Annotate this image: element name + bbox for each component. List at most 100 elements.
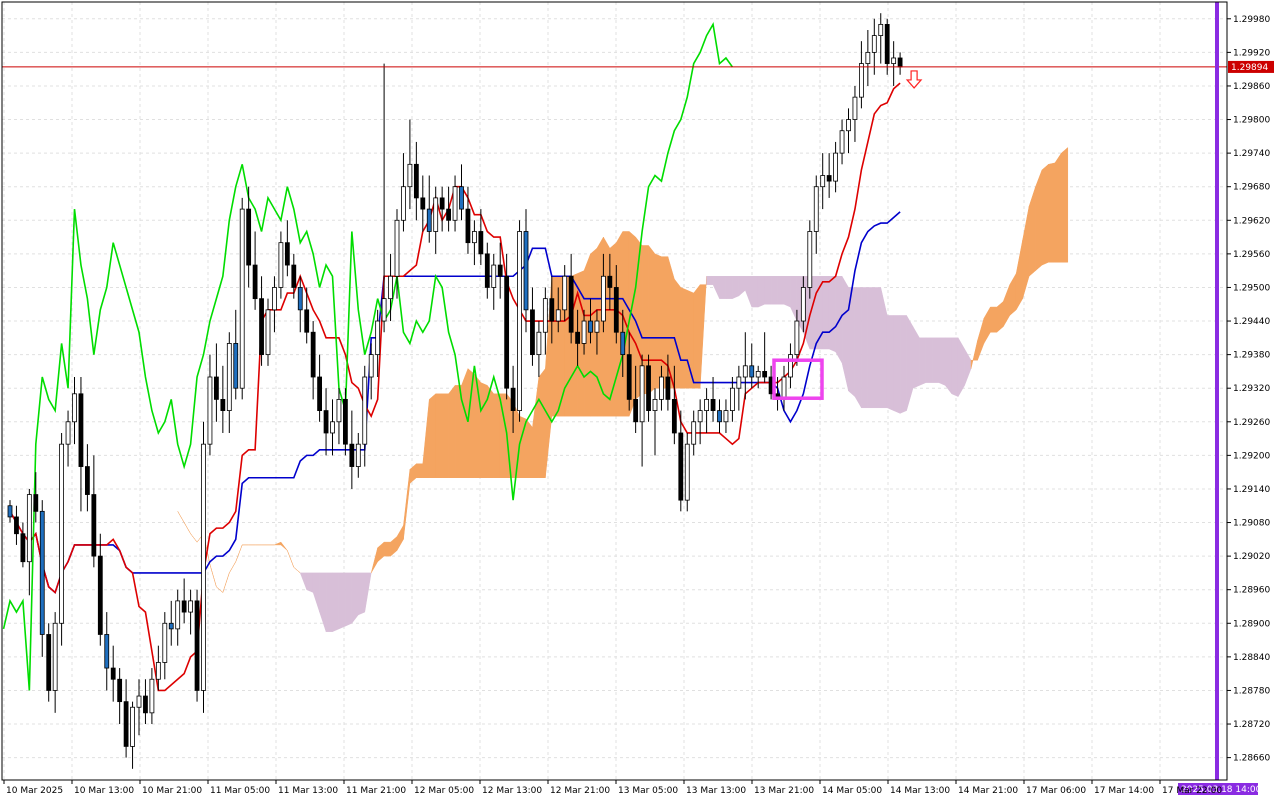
candle-body[interactable] — [665, 376, 671, 400]
candle-body[interactable] — [504, 275, 510, 389]
candle-body[interactable] — [375, 320, 381, 356]
candle-body[interactable] — [59, 443, 64, 624]
candle-body[interactable] — [355, 443, 361, 467]
candle-body[interactable] — [110, 667, 116, 680]
candle-body[interactable] — [78, 393, 84, 467]
candle-body[interactable] — [394, 219, 400, 277]
candle-body[interactable] — [568, 275, 574, 333]
candle-body[interactable] — [781, 376, 787, 400]
candle-body[interactable] — [317, 376, 323, 411]
candle-body[interactable] — [388, 275, 393, 300]
candle-body[interactable] — [272, 287, 277, 311]
candle-body[interactable] — [594, 320, 600, 333]
candle-body[interactable] — [865, 51, 871, 64]
candle-body[interactable] — [471, 231, 477, 244]
candle-body[interactable] — [91, 494, 97, 557]
candle-body[interactable] — [607, 275, 613, 288]
candle-body[interactable] — [278, 242, 284, 288]
candle-body[interactable] — [349, 443, 355, 467]
candle-body[interactable] — [833, 152, 838, 182]
candle-body[interactable] — [659, 376, 664, 400]
candle-body[interactable] — [549, 298, 555, 322]
candle-body[interactable] — [39, 510, 45, 635]
candle-body[interactable] — [201, 443, 206, 691]
candle-body[interactable] — [613, 287, 619, 333]
candle-body[interactable] — [304, 309, 310, 333]
candle-body[interactable] — [555, 309, 561, 322]
candle-body[interactable] — [646, 365, 651, 411]
candle-body[interactable] — [601, 275, 606, 322]
candle-body[interactable] — [820, 175, 826, 188]
candle-body[interactable] — [452, 186, 458, 221]
candle-body[interactable] — [478, 231, 484, 255]
candle-body[interactable] — [723, 410, 729, 423]
candle-body[interactable] — [310, 331, 316, 378]
candle-body[interactable] — [497, 264, 503, 277]
ichimoku-chart[interactable]: 1.29894 2025.03.18 14:00 1.29980 1.29920 1.… — [0, 0, 1280, 800]
candle-body[interactable] — [871, 35, 877, 53]
candle-body[interactable] — [788, 354, 793, 378]
candle-body[interactable] — [484, 253, 490, 288]
candle-body[interactable] — [652, 398, 658, 411]
candle-body[interactable] — [800, 287, 806, 322]
candle-body[interactable] — [330, 421, 335, 434]
candle-body[interactable] — [581, 320, 587, 344]
candle-body[interactable] — [639, 365, 645, 423]
candle-body[interactable] — [97, 555, 103, 635]
candle-body[interactable] — [762, 371, 768, 378]
candle-body[interactable] — [794, 320, 800, 356]
candle-body[interactable] — [439, 197, 445, 210]
candle-body[interactable] — [878, 23, 884, 36]
candle-body[interactable] — [465, 208, 471, 244]
candle-body[interactable] — [104, 634, 110, 669]
candle-body[interactable] — [72, 393, 77, 423]
candle-body[interactable] — [446, 208, 452, 221]
candle-body[interactable] — [162, 622, 168, 663]
candle-body[interactable] — [65, 421, 71, 445]
candle-body[interactable] — [697, 410, 703, 423]
candle-body[interactable] — [368, 354, 374, 378]
candle-body[interactable] — [575, 331, 580, 344]
candle-body[interactable] — [420, 197, 426, 210]
candle-body[interactable] — [149, 678, 155, 714]
candle-body[interactable] — [491, 264, 497, 288]
candle-body[interactable] — [52, 622, 58, 691]
candle-body[interactable] — [562, 275, 568, 311]
candle-body[interactable] — [588, 320, 593, 333]
candle-body[interactable] — [517, 231, 522, 411]
candle-body[interactable] — [742, 365, 748, 378]
candle-body[interactable] — [749, 365, 755, 378]
candle-body[interactable] — [33, 494, 39, 512]
candle-body[interactable] — [323, 410, 329, 434]
candle-body[interactable] — [130, 706, 135, 747]
candle-body[interactable] — [433, 197, 439, 232]
candle-body[interactable] — [813, 186, 819, 232]
candle-body[interactable] — [620, 331, 626, 356]
candle-body[interactable] — [897, 57, 903, 68]
candle-body[interactable] — [265, 309, 271, 356]
candle-body[interactable] — [168, 622, 174, 630]
candle-body[interactable] — [839, 130, 845, 154]
candle-body[interactable] — [730, 387, 735, 411]
candle-body[interactable] — [181, 600, 187, 613]
candle-body[interactable] — [846, 119, 851, 132]
candle-body[interactable] — [194, 600, 200, 691]
candle-body[interactable] — [536, 331, 542, 356]
candle-body[interactable] — [46, 634, 52, 691]
chart-canvas[interactable]: 1.298942025.03.18 14:00 1.299801.299201.… — [0, 0, 1280, 800]
candle-body[interactable] — [252, 264, 258, 300]
candle-body[interactable] — [220, 398, 226, 411]
candle-body[interactable] — [7, 505, 13, 518]
candle-body[interactable] — [143, 695, 148, 714]
candle-body[interactable] — [678, 432, 684, 501]
candle-body[interactable] — [85, 466, 90, 495]
candle-body[interactable] — [175, 600, 181, 630]
candle-body[interactable] — [704, 398, 709, 411]
candle-body[interactable] — [213, 376, 219, 400]
candle-body[interactable] — [826, 175, 832, 182]
candle-body[interactable] — [14, 516, 19, 535]
candle-body[interactable] — [891, 57, 897, 64]
candle-body[interactable] — [671, 398, 677, 434]
candle-body[interactable] — [259, 298, 264, 356]
candle-body[interactable] — [626, 354, 632, 400]
